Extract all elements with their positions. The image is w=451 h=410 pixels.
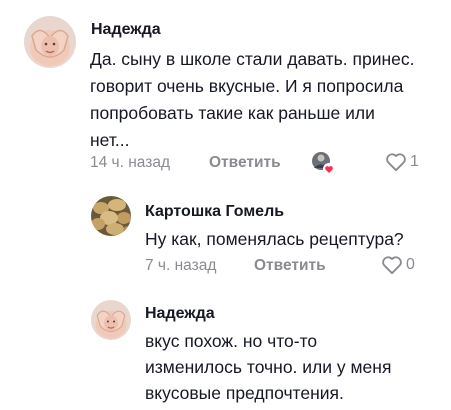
like-button[interactable]: 0 <box>381 255 415 275</box>
like-count: 1 <box>410 153 419 170</box>
heart-outline-icon <box>382 256 402 275</box>
avatar-heart-hands-icon[interactable] <box>91 300 131 340</box>
comment-author[interactable]: Надежда <box>91 20 161 40</box>
comment-text-line: Ну как, поменялась рецептура? <box>145 229 404 249</box>
comment-timestamp: 14 ч. назад <box>90 154 171 171</box>
comment-text-line: изменилось точно. или у меня <box>145 357 392 377</box>
like-button[interactable]: 1 <box>385 152 419 172</box>
reply-button[interactable]: Ответить <box>209 153 281 173</box>
comment-text-line: нет... <box>90 130 130 150</box>
comment-timestamp: 7 ч. назад <box>145 257 217 274</box>
avatar-heart-hands-icon[interactable] <box>24 16 76 68</box>
comment-text-line: попробовать такие как раньше или <box>90 103 375 123</box>
comment-text-line: вкус похож. но что-то <box>145 331 318 351</box>
reply-button[interactable]: Ответить <box>254 256 326 276</box>
comment-author[interactable]: Надежда <box>145 304 215 324</box>
comment-author[interactable]: Картошка Гомель <box>145 202 284 222</box>
creator-liked-badge-icon <box>311 151 335 175</box>
heart-outline-icon <box>386 153 406 172</box>
comment-text-line: Да. сыну в школе стали давать. принес. <box>90 49 415 69</box>
comments-panel: Надежда Да. сыну в школе стали давать. п… <box>0 0 451 410</box>
comment-text-line: говорит очень вкусные. И я попросила <box>90 76 404 96</box>
comment-text-line: вкусовые предпочтения. <box>145 383 344 403</box>
avatar-potatoes-icon[interactable] <box>91 196 131 236</box>
like-count: 0 <box>406 256 415 273</box>
